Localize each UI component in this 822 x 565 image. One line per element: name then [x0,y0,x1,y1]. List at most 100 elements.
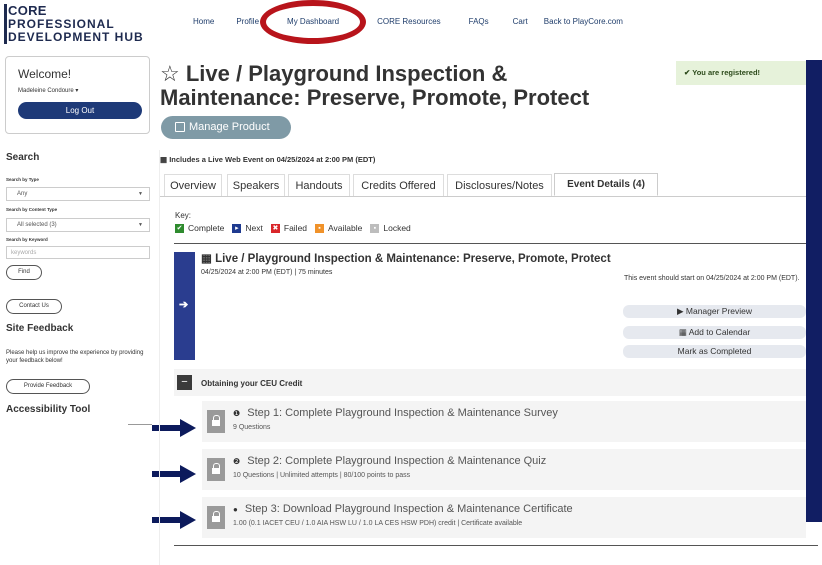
step-1-title-text: Step 1: Complete Playground Inspection &… [247,407,558,419]
ceu-title: Obtaining your CEU Credit [201,379,303,388]
top-nav: Home Profile My Dashboard CORE Resources… [193,17,623,26]
search-by-keyword-label: Search by Keyword [6,237,48,242]
divider [128,424,152,425]
key-next: Next [245,223,263,233]
divider [159,150,160,565]
provide-feedback-button[interactable]: Provide Feedback [6,379,90,394]
title-line1: Live / Playground Inspection & [185,61,508,86]
nav-faqs[interactable]: FAQs [469,17,489,26]
collapse-icon[interactable]: − [177,375,192,390]
info-icon: ❶ [233,409,241,418]
key-locked: Locked [383,223,411,233]
nav-profile[interactable]: Profile [236,17,259,26]
key-failed: Failed [283,223,308,233]
check-icon: ✔ [684,68,691,77]
key-label: Key: [175,211,192,220]
arrow-right-icon: ➔ [179,299,189,311]
tab-event-details[interactable]: Event Details (4) [554,173,658,196]
next-icon: ▸ [232,223,242,233]
user-menu[interactable]: Madeleine Condoure ▾ [18,87,137,94]
available-icon: ▪ [315,223,325,233]
tab-disclosures-notes[interactable]: Disclosures/Notes [447,174,552,196]
add-to-calendar-button[interactable]: ▦ Add to Calendar [623,326,806,339]
manager-preview-button[interactable]: ▶ Manager Preview [623,305,806,318]
live-event-line: ▦ Includes a Live Web Event on 04/25/202… [160,155,375,164]
nav-back-to-playcore[interactable]: Back to PlayCore.com [544,17,623,26]
add-to-calendar-label: Add to Calendar [688,327,751,337]
title-line2: Maintenance: Preserve, Promote, Protect [160,85,590,111]
info-icon: ❷ [233,457,241,466]
star-icon[interactable]: ☆ [160,61,180,86]
calendar-icon: ▦ [201,253,212,265]
step-3-sub: 1.00 (0.1 IACET CEU / 1.0 AIA HSW LU / 1… [233,520,523,527]
locked-icon: ▪ [370,223,380,233]
search-by-type-label: Search by Type [6,177,39,182]
key-available: Available [328,223,363,233]
chevron-down-icon: ▼ [138,191,143,197]
calendar-icon: ▦ [678,327,687,337]
chevron-down-icon: ▼ [138,222,143,228]
tab-bar: Overview Speakers Handouts Credits Offer… [160,173,806,197]
site-feedback-heading: Site Feedback [6,323,74,334]
key-complete: Complete [188,223,225,233]
lock-icon [207,458,225,481]
step-2-title: ❷ Step 2: Complete Playground Inspection… [233,455,546,467]
event-next-bar[interactable]: ➔ [174,252,195,360]
search-heading: Search [6,152,40,163]
complete-icon: ✔ [175,223,184,233]
mark-completed-button[interactable]: Mark as Completed [623,345,806,358]
keyword-input[interactable]: keywords [6,246,150,259]
search-by-type-value: Any [17,191,28,197]
event-start-note: This event should start on 04/25/2024 at… [624,275,800,282]
bullet-icon: ● [233,505,238,514]
nav-core-resources[interactable]: CORE Resources [377,17,441,26]
welcome-title: Welcome! [18,67,72,81]
logo-line1: CORE [8,3,47,18]
logo-line3: DEVELOPMENT HUB [8,30,144,44]
step-2-title-text: Step 2: Complete Playground Inspection &… [247,455,547,467]
nav-cart[interactable]: Cart [513,17,528,26]
manager-preview-label: Manager Preview [685,306,753,316]
search-by-type-select[interactable]: Any ▼ [6,187,150,201]
welcome-box: Welcome! Madeleine Condoure ▾ Log Out [5,56,150,134]
logout-button[interactable]: Log Out [18,102,142,119]
key-legend: ✔ Complete ▸ Next ✖ Failed ▪ Available ▪ Lock… [175,223,419,233]
tab-handouts[interactable]: Handouts [288,174,350,196]
step-3[interactable]: ● Step 3: Download Playground Inspection… [202,497,806,538]
search-by-content-select[interactable]: All selected (3) ▼ [6,218,150,232]
step-2[interactable]: ❷ Step 2: Complete Playground Inspection… [202,449,806,490]
step-3-title-text: Step 3: Download Playground Inspection &… [244,503,573,515]
page-title: ☆ Live / Playground Inspection & Mainten… [160,61,680,111]
divider [174,545,818,546]
manage-product-button[interactable]: Manage Product [161,116,291,139]
search-by-content-value: All selected (3) [17,222,57,228]
lock-icon [207,410,225,433]
logo-bar [4,4,7,44]
divider [174,243,806,244]
annotation-circle [260,0,366,44]
step-1-title: ❶ Step 1: Complete Playground Inspection… [233,407,558,419]
step-1[interactable]: ❶ Step 1: Complete Playground Inspection… [202,401,806,442]
accessibility-tool-link[interactable]: Accessibility Tool [6,404,90,415]
tab-credits-offered[interactable]: Credits Offered [353,174,444,196]
step-3-title: ● Step 3: Download Playground Inspection… [233,503,573,515]
logo[interactable]: CORE PROFESSIONAL DEVELOPMENT HUB [4,3,144,44]
live-event-text: Includes a Live Web Event on 04/25/2024 … [169,155,376,164]
tab-speakers[interactable]: Speakers [227,174,285,196]
play-icon: ▶ [676,306,684,316]
find-button[interactable]: Find [6,265,42,280]
tab-overview[interactable]: Overview [164,174,222,196]
edit-icon [175,122,185,132]
failed-icon: ✖ [270,223,280,233]
ceu-section-header[interactable]: − Obtaining your CEU Credit [174,369,806,396]
step-1-sub: 9 Questions [233,424,271,431]
event-subtitle: 04/25/2024 at 2:00 PM (EDT) | 75 minutes [201,269,333,276]
event-title: ▦ Live / Playground Inspection & Mainten… [201,251,611,265]
feedback-text: Please help us improve the experience by… [6,350,144,365]
registered-text: You are registered! [692,68,761,77]
nav-home[interactable]: Home [193,17,214,26]
step-2-sub: 10 Questions | Unlimited attempts | 80/1… [233,472,411,479]
contact-us-button[interactable]: Contact Us [6,299,62,314]
logo-line2: PROFESSIONAL [8,17,115,31]
calendar-icon: ▦ [160,155,168,164]
